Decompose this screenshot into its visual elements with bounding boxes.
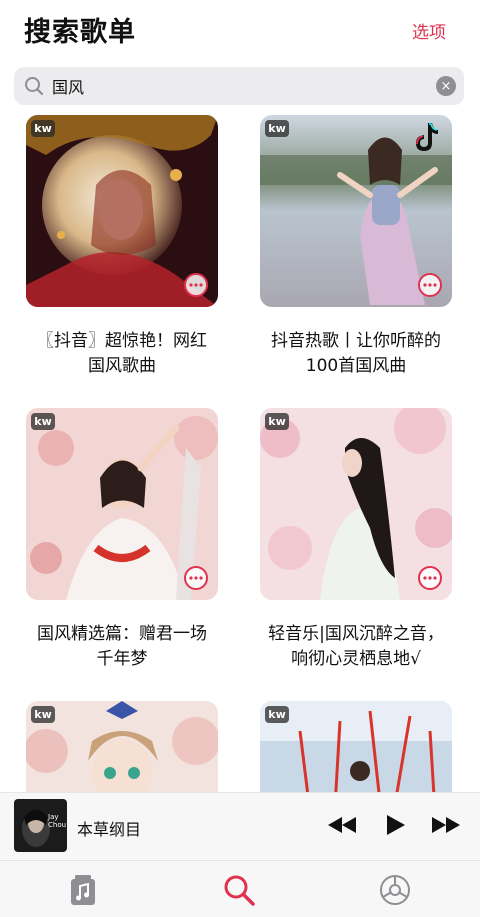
previous-button[interactable] (326, 813, 358, 837)
rewind-icon (328, 817, 356, 833)
tab-settings[interactable] (378, 873, 412, 907)
playlist-title-line: 100首国风曲 (305, 356, 407, 376)
next-button[interactable] (430, 813, 462, 837)
playlist-cover: kw (26, 115, 218, 307)
now-playing-title: 本草纲目 (77, 820, 142, 839)
svg-text:Chou: Chou (48, 821, 66, 829)
search-input[interactable] (52, 71, 432, 101)
more-icon (423, 576, 437, 580)
header: 搜索歌单 选项 (0, 0, 480, 56)
more-options-button[interactable] (184, 566, 208, 590)
playlist-title: 轻音乐|国风沉醉之音， 响彻心灵栖息地√ (250, 622, 462, 672)
playlist-title-line: 国风歌曲 (88, 356, 156, 376)
playlist-title-line: 〖抖音〗超惊艳！网红 (37, 331, 207, 351)
play-button[interactable] (380, 813, 412, 837)
playlist-cover: kw (26, 408, 218, 600)
playlist-cover: kw (260, 408, 452, 600)
more-icon (189, 576, 203, 580)
more-icon (189, 283, 203, 287)
page-title: 搜索歌单 (24, 17, 136, 48)
music-file-icon (71, 875, 95, 905)
more-icon (423, 283, 437, 287)
fast-forward-icon (432, 817, 460, 833)
playlist-title-line: 轻音乐|国风沉醉之音， (268, 624, 444, 644)
playlist-grid[interactable]: kw 〖抖音〗超惊艳！网红 国风歌曲 kw 抖音热歌丨让你听醉的 100首国风曲… (0, 112, 480, 792)
search-icon (224, 875, 255, 906)
search-bar: × (14, 67, 464, 105)
play-icon (387, 815, 405, 835)
playlist-title: 〖抖音〗超惊艳！网红 国风歌曲 (16, 329, 228, 379)
more-options-button[interactable] (418, 273, 442, 297)
more-options-button[interactable] (184, 273, 208, 297)
tab-bar (0, 860, 480, 917)
playlist-title: 抖音热歌丨让你听醉的 100首国风曲 (250, 329, 462, 379)
more-options-button[interactable] (418, 566, 442, 590)
playlist-cover: kw (260, 115, 452, 307)
settings-icon (380, 875, 410, 905)
source-badge: kw (31, 706, 55, 723)
svg-text:Jay: Jay (47, 813, 59, 821)
close-icon: × (440, 78, 452, 94)
options-button[interactable]: 选项 (412, 18, 446, 43)
mini-player[interactable]: Jay Chou 本草纲目 (0, 792, 480, 860)
playlist-title-line: 国风精选篇：赠君一场 (37, 624, 207, 644)
source-badge: kw (265, 413, 289, 430)
tab-library[interactable] (66, 873, 100, 907)
search-icon (25, 77, 44, 96)
clear-search-button[interactable]: × (436, 76, 456, 96)
playlist-title-line: 响彻心灵栖息地√ (291, 649, 421, 669)
playlist-title: 国风精选篇：赠君一场 千年梦 (16, 622, 228, 672)
now-playing-artwork: Jay Chou (14, 799, 67, 852)
source-badge: kw (31, 413, 55, 430)
playlist-title-line: 千年梦 (96, 649, 148, 669)
playlist-cover: kw (26, 701, 218, 792)
source-badge: kw (31, 120, 55, 137)
tab-search[interactable] (222, 873, 256, 907)
source-badge: kw (265, 706, 289, 723)
source-badge: kw (265, 120, 289, 137)
playlist-cover: kw (260, 701, 452, 792)
playlist-title-line: 抖音热歌丨让你听醉的 (271, 331, 441, 351)
